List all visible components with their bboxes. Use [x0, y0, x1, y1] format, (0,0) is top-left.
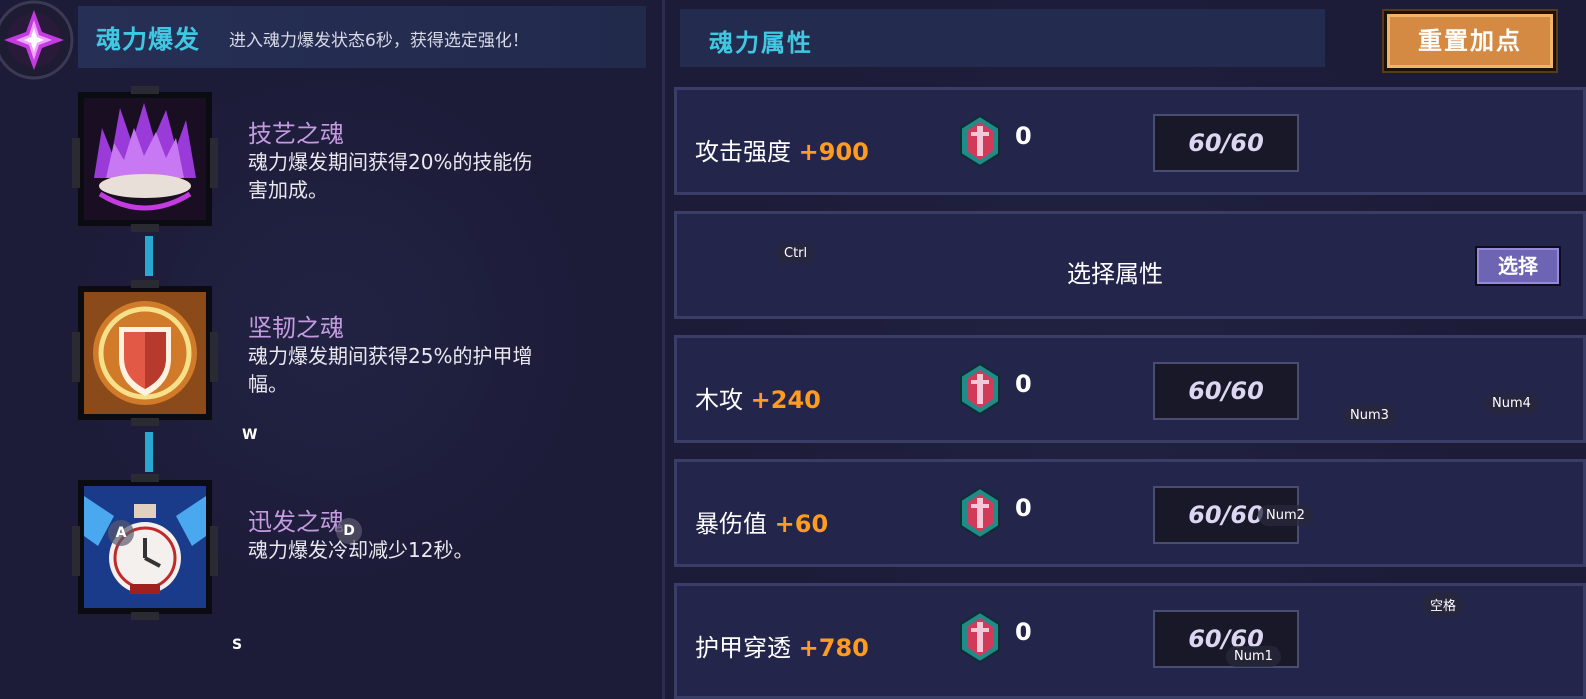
key-hint-s: S: [232, 637, 243, 653]
key-hint-num2: Num2: [1258, 505, 1313, 526]
talent-name: 坚韧之魂: [248, 314, 344, 342]
talent-name: 技艺之魂: [248, 120, 344, 148]
key-hint-ctrl: Ctrl: [776, 243, 816, 264]
burst-description: 进入魂力爆发状态6秒，获得选定强化！: [229, 31, 529, 51]
attribute-bonus: +900: [798, 138, 869, 166]
attributes-title: 魂力属性: [709, 29, 813, 57]
key-hint-a: A: [108, 520, 134, 546]
soul-gem-icon[interactable]: [959, 610, 1001, 664]
key-hint-num4: Num4: [1484, 393, 1539, 414]
key-hint-num1: Num1: [1226, 646, 1281, 667]
attribute-cap: 60/60: [1153, 114, 1299, 172]
attribute-points: 0: [1015, 370, 1032, 398]
key-hint-w: W: [242, 427, 258, 443]
talent-description: 魂力爆发期间获得20%的技能伤 害加成。: [248, 150, 533, 202]
talent-link: [145, 236, 153, 276]
soul-gem-icon[interactable]: [959, 114, 1001, 168]
talent-swift-soul[interactable]: [72, 474, 218, 620]
talent-description: 魂力爆发期间获得25%的护甲增 幅。: [248, 344, 533, 396]
talent-description: 魂力爆发冷却减少12秒。: [248, 538, 474, 562]
attribute-row-select: 选择属性 选择: [674, 211, 1586, 319]
attribute-row-wood-attack: 木攻 +240 0 60/60: [674, 335, 1586, 443]
talent-tough-soul[interactable]: [72, 280, 218, 426]
attribute-bonus: +60: [774, 510, 829, 538]
attribute-points: 0: [1015, 122, 1032, 150]
attribute-bonus: +780: [798, 634, 869, 662]
attribute-bonus: +240: [750, 386, 821, 414]
attribute-points: 0: [1015, 618, 1032, 646]
attribute-label: 攻击强度 +900: [695, 138, 869, 166]
talent-link: [145, 432, 153, 472]
select-attribute-title: 选择属性: [1067, 260, 1163, 288]
attribute-points: 0: [1015, 494, 1032, 522]
purple-flame-icon: [84, 98, 206, 220]
key-hint-d: D: [336, 518, 362, 544]
reset-points-button[interactable]: 重置加点: [1384, 11, 1556, 71]
attribute-label: 木攻 +240: [695, 386, 821, 414]
panel-divider: [662, 0, 665, 699]
key-hint-space: 空格: [1422, 592, 1465, 617]
clock-icon: [84, 486, 206, 608]
attribute-row-crit-damage: 暴伤值 +60 0 60/60: [674, 459, 1586, 567]
burst-title: 魂力爆发: [96, 25, 201, 54]
soul-burst-emblem-icon: [0, 0, 74, 80]
attribute-cap: 60/60: [1153, 362, 1299, 420]
talent-craft-soul[interactable]: [72, 86, 218, 232]
attribute-label: 暴伤值 +60: [695, 510, 829, 538]
shield-icon: [84, 292, 206, 414]
soul-gem-icon[interactable]: [959, 486, 1001, 540]
key-hint-num3: Num3: [1342, 405, 1397, 426]
talent-name: 迅发之魂: [248, 508, 344, 536]
soul-gem-icon[interactable]: [959, 362, 1001, 416]
attribute-row-attack-power: 攻击强度 +900 0 60/60: [674, 87, 1586, 195]
attribute-label: 护甲穿透 +780: [695, 634, 869, 662]
select-attribute-button[interactable]: 选择: [1475, 246, 1561, 286]
